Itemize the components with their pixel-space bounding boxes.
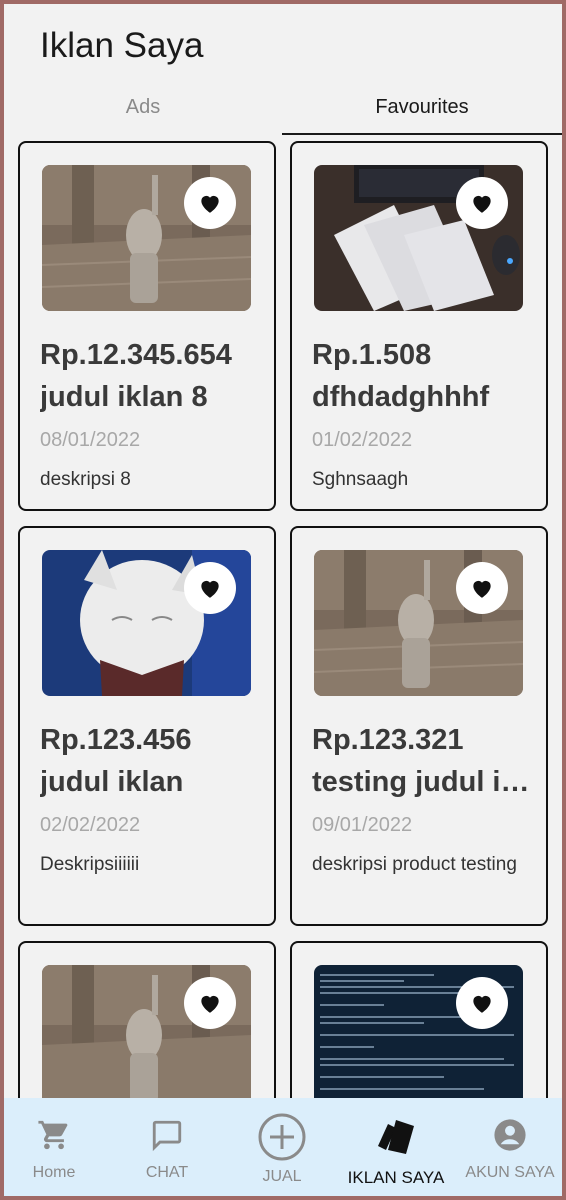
ad-title: testing judul iklan: [312, 766, 534, 798]
nav-jual[interactable]: JUAL: [226, 1098, 338, 1196]
heart-icon: [201, 580, 219, 598]
favorite-button[interactable]: [456, 562, 508, 614]
bottom-navigation: Home CHAT JUAL IKLAN SAYA AKUN SAYA: [4, 1098, 562, 1196]
ad-date: 02/02/2022: [40, 814, 141, 836]
nav-iklan-saya[interactable]: IKLAN SAYA: [340, 1098, 452, 1196]
tab-active-indicator: [282, 133, 562, 135]
favorite-button[interactable]: [456, 177, 508, 229]
heart-icon: [473, 580, 491, 598]
nav-akun-saya[interactable]: AKUN SAYA: [454, 1098, 562, 1196]
favorite-button[interactable]: [456, 977, 508, 1029]
heart-icon: [473, 195, 491, 213]
chat-icon: [152, 1120, 182, 1152]
ad-date: 08/01/2022: [40, 429, 141, 451]
heart-icon: [201, 195, 219, 213]
ad-card[interactable]: Rp.123.321 testing judul iklan 09/01/202…: [290, 526, 548, 926]
nav-home[interactable]: Home: [4, 1098, 110, 1196]
nav-label: AKUN SAYA: [465, 1164, 555, 1181]
ad-description: Deskripsiiiiii: [40, 854, 140, 875]
favorite-button[interactable]: [184, 177, 236, 229]
tab-favourites[interactable]: Favourites: [282, 88, 562, 134]
ad-price: Rp.12.345.654: [40, 339, 232, 371]
favorite-button[interactable]: [184, 562, 236, 614]
heart-icon: [201, 995, 219, 1013]
ad-price: Rp.1.508: [312, 339, 432, 371]
nav-label: CHAT: [145, 1164, 189, 1181]
nav-label: IKLAN SAYA: [347, 1168, 445, 1187]
ad-description: deskripsi product testing: [312, 854, 517, 875]
ad-title: dfhdadghhhf: [312, 381, 490, 413]
nav-label: JUAL: [262, 1168, 302, 1185]
nav-label: Home: [32, 1164, 76, 1181]
plus-circle-icon: [258, 1113, 306, 1161]
page-title: Iklan Saya: [40, 26, 204, 65]
account-icon: [494, 1119, 526, 1151]
ad-description: Sghnsaagh: [312, 469, 409, 490]
ad-price: Rp.123.321: [312, 724, 464, 756]
nav-chat[interactable]: CHAT: [111, 1098, 223, 1196]
ad-description: deskripsi 8: [40, 469, 131, 490]
ad-title: judul iklan 8: [40, 381, 208, 413]
ad-price: Rp.123.456: [40, 724, 192, 756]
tab-bar: Ads Favourites: [4, 88, 562, 136]
favorite-button[interactable]: [184, 977, 236, 1029]
ad-card[interactable]: Rp.1.508 dfhdadghhhf 01/02/2022 Sghnsaag…: [290, 141, 548, 511]
tab-ads[interactable]: Ads: [4, 88, 282, 134]
ad-date: 09/01/2022: [312, 814, 413, 836]
cart-icon: [38, 1120, 68, 1150]
ad-card[interactable]: Rp.12.345.654 judul iklan 8 08/01/2022 d…: [18, 141, 276, 511]
cards-icon: [378, 1120, 414, 1154]
ad-card[interactable]: Rp.123.456 judul iklan 02/02/2022 Deskri…: [18, 526, 276, 926]
ad-title: judul iklan: [40, 766, 184, 798]
heart-icon: [473, 995, 491, 1013]
screen: Iklan Saya Ads Favourites Rp.12.345.654 …: [4, 4, 562, 1196]
ad-date: 01/02/2022: [312, 429, 413, 451]
